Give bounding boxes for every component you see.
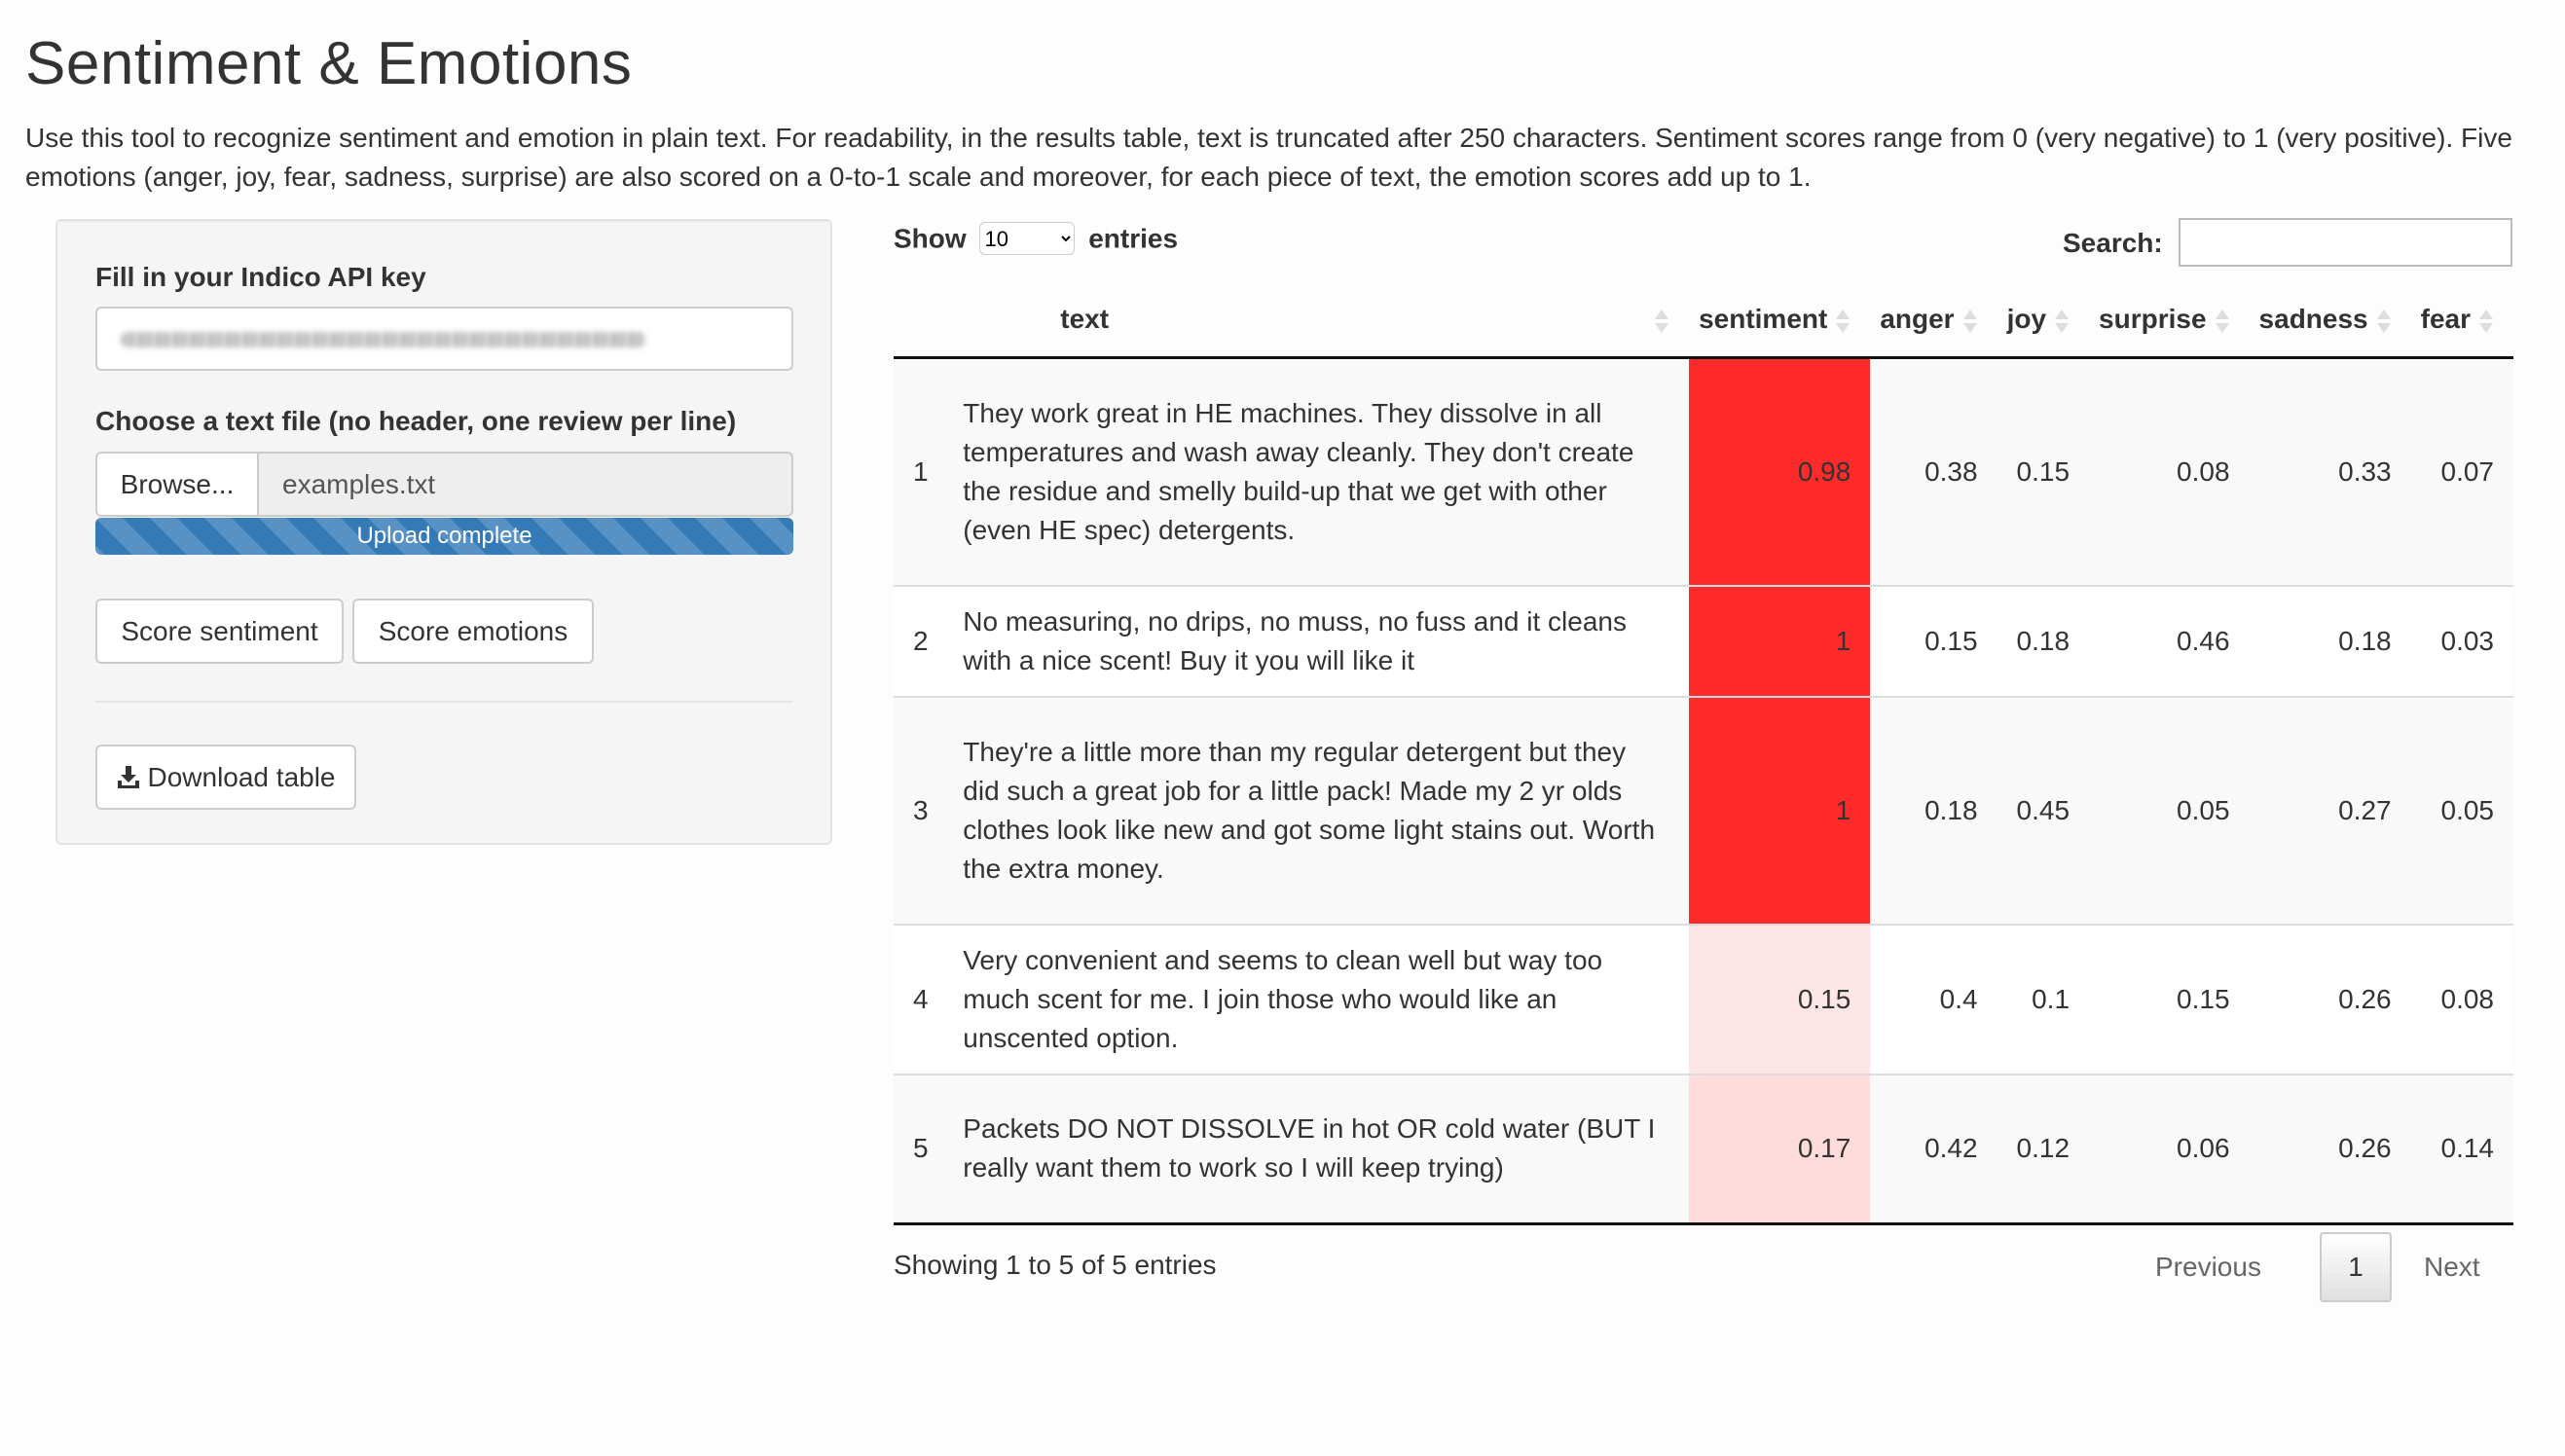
column-label: fear <box>2420 304 2471 334</box>
upload-status: Upload complete <box>356 523 532 549</box>
review-text: Very convenient and seems to clean well … <box>955 923 1690 1074</box>
sort-icon <box>2478 308 2494 335</box>
column-label: joy <box>2006 304 2047 334</box>
sadness-cell: 0.26 <box>2249 1073 2411 1225</box>
table-row: 3 They're a little more than my regular … <box>894 695 2513 925</box>
sentiment-cell: 1 <box>1689 584 1871 697</box>
page-title: Sentiment & Emotions <box>25 30 633 97</box>
sadness-cell: 0.26 <box>2249 923 2411 1074</box>
column-label: sentiment <box>1699 304 1828 334</box>
column-label: anger <box>1880 304 1955 334</box>
review-text: No measuring, no drips, no muss, no fuss… <box>955 584 1690 697</box>
column-label: sadness <box>2258 304 2368 334</box>
score-emotions-button[interactable]: Score emotions <box>352 599 594 664</box>
sentiment-cell: 0.98 <box>1689 357 1871 586</box>
page-length-control: Show 10 entries <box>894 222 1178 255</box>
column-label: surprise <box>2099 304 2207 334</box>
table-info: Showing 1 to 5 of 5 entries <box>894 1250 1217 1280</box>
sentiment-cell: 0.15 <box>1689 923 1871 1074</box>
table-row: 1 They work great in HE machines. They d… <box>894 357 2513 586</box>
sort-icon <box>2215 308 2230 335</box>
column-header-fear[interactable]: fear <box>2410 282 2513 359</box>
table-row: 2 No measuring, no drips, no muss, no fu… <box>894 584 2513 697</box>
anger-cell: 0.38 <box>1870 357 1997 586</box>
sentiment-cell: 0.17 <box>1689 1073 1871 1225</box>
page-description: Use this tool to recognize sentiment and… <box>25 123 2512 192</box>
column-header-index[interactable] <box>894 282 956 359</box>
row-index: 5 <box>894 1073 956 1225</box>
anger-cell: 0.42 <box>1870 1073 1997 1225</box>
pagination-previous[interactable]: Previous <box>2155 1232 2261 1302</box>
entries-label: entries <box>1088 223 1179 254</box>
sadness-cell: 0.27 <box>2249 695 2411 925</box>
page-length-select[interactable]: 10 <box>979 222 1076 255</box>
download-label: Download table <box>147 762 336 792</box>
api-key-label: Fill in your Indico API key <box>95 262 426 292</box>
column-header-sadness[interactable]: sadness <box>2249 282 2411 359</box>
surprise-cell: 0.15 <box>2089 923 2250 1074</box>
search-input[interactable] <box>2179 218 2512 267</box>
surprise-cell: 0.46 <box>2089 584 2250 697</box>
surprise-cell: 0.06 <box>2089 1073 2250 1225</box>
sort-icon <box>1962 308 1978 335</box>
column-label: text <box>1060 304 1110 334</box>
sort-icon <box>2376 308 2392 335</box>
download-table-button[interactable]: Download table <box>95 745 356 810</box>
joy-cell: 0.18 <box>1997 584 2090 697</box>
review-text: They're a little more than my regular de… <box>955 695 1690 925</box>
anger-cell: 0.18 <box>1870 695 1997 925</box>
sort-icon <box>1835 308 1850 335</box>
row-index: 3 <box>894 695 956 925</box>
column-header-text[interactable]: text <box>955 282 1690 359</box>
table-row: 5 Packets DO NOT DISSOLVE in hot OR cold… <box>894 1073 2513 1225</box>
sidebar-panel: Fill in your Indico API key Choose a tex… <box>55 219 832 845</box>
page: Sentiment & Emotions Use this tool to re… <box>0 0 2565 1456</box>
masked-api-key <box>121 332 646 347</box>
row-index: 1 <box>894 357 956 586</box>
fear-cell: 0.08 <box>2410 923 2513 1074</box>
joy-cell: 0.12 <box>1997 1073 2090 1225</box>
review-text: They work great in HE machines. They dis… <box>955 357 1690 586</box>
table-body: 1 They work great in HE machines. They d… <box>894 357 2513 1225</box>
browse-button[interactable]: Browse... <box>95 452 259 517</box>
search-label: Search: <box>2063 228 2163 258</box>
sentiment-cell: 1 <box>1689 695 1871 925</box>
anger-cell: 0.4 <box>1870 923 1997 1074</box>
file-label: Choose a text file (no header, one revie… <box>95 406 737 436</box>
score-sentiment-button[interactable]: Score sentiment <box>95 599 344 664</box>
joy-cell: 0.45 <box>1997 695 2090 925</box>
results-table: text sentiment anger joy surprise sadnes… <box>894 282 2513 1225</box>
file-input-group: Browse... examples.txt <box>95 452 793 517</box>
divider <box>95 701 793 703</box>
row-index: 2 <box>894 584 956 697</box>
column-header-joy[interactable]: joy <box>1997 282 2090 359</box>
fear-cell: 0.14 <box>2410 1073 2513 1225</box>
sadness-cell: 0.33 <box>2249 357 2411 586</box>
fear-cell: 0.07 <box>2410 357 2513 586</box>
column-header-surprise[interactable]: surprise <box>2089 282 2250 359</box>
file-name-field: examples.txt <box>257 452 793 517</box>
column-header-anger[interactable]: anger <box>1870 282 1997 359</box>
joy-cell: 0.15 <box>1997 357 2090 586</box>
surprise-cell: 0.08 <box>2089 357 2250 586</box>
row-index: 4 <box>894 923 956 1074</box>
sort-icon <box>1654 308 1669 335</box>
api-key-input[interactable] <box>95 307 793 371</box>
download-icon <box>118 766 140 788</box>
pagination-page-1[interactable]: 1 <box>2320 1232 2392 1302</box>
surprise-cell: 0.05 <box>2089 695 2250 925</box>
table-row: 4 Very convenient and seems to clean wel… <box>894 923 2513 1074</box>
fear-cell: 0.05 <box>2410 695 2513 925</box>
table-header-row: text sentiment anger joy surprise sadnes… <box>894 282 2513 359</box>
anger-cell: 0.15 <box>1870 584 1997 697</box>
sort-icon <box>2054 308 2070 335</box>
pagination-next[interactable]: Next <box>2424 1232 2480 1302</box>
review-text: Packets DO NOT DISSOLVE in hot OR cold w… <box>955 1073 1690 1225</box>
fear-cell: 0.03 <box>2410 584 2513 697</box>
joy-cell: 0.1 <box>1997 923 2090 1074</box>
upload-progress-bar: Upload complete <box>95 518 793 555</box>
column-header-sentiment[interactable]: sentiment <box>1689 282 1871 359</box>
sadness-cell: 0.18 <box>2249 584 2411 697</box>
show-label: Show <box>894 223 967 254</box>
